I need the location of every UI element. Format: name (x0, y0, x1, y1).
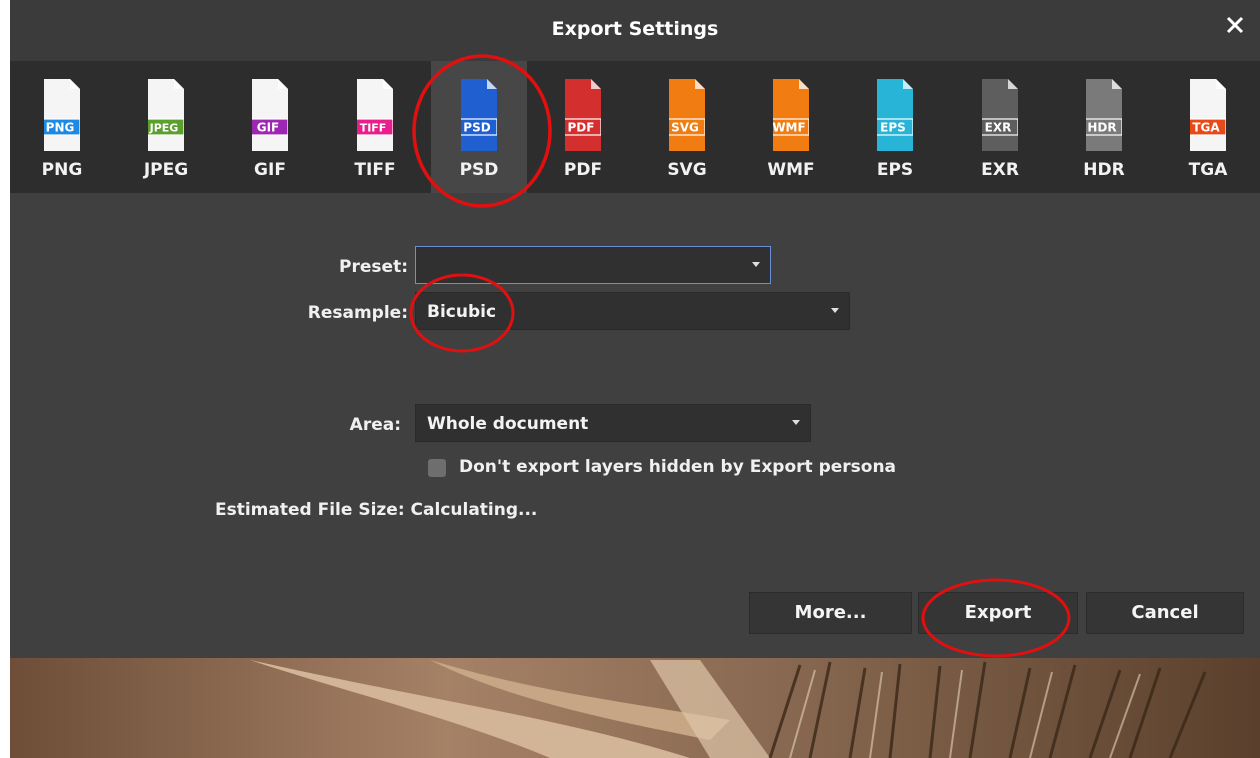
chevron-down-icon (792, 420, 800, 425)
format-label: EXR (981, 160, 1019, 180)
format-eps-button[interactable]: EPS EPS (847, 61, 943, 193)
format-tiff-button[interactable]: TIFF TIFF (327, 61, 423, 193)
file-exr-icon: EXR (982, 79, 1018, 151)
close-icon[interactable] (1224, 14, 1246, 36)
format-hdr-button[interactable]: HDR HDR (1056, 61, 1152, 193)
format-bar: PNG PNG JPEG JPEG GIF GIF TIFF TIFF PSD PSD PDF PDF… (10, 61, 1260, 193)
file-pdf-icon: PDF (565, 79, 601, 151)
file-type-tag: WMF (773, 121, 806, 135)
preset-dropdown[interactable] (415, 246, 771, 284)
resample-value: Bicubic (427, 302, 497, 322)
file-type-tag: JPEG (149, 122, 179, 135)
cancel-button[interactable]: Cancel (1086, 592, 1244, 634)
format-label: PDF (563, 160, 603, 180)
format-svg-button[interactable]: SVG SVG (639, 61, 735, 193)
format-tga-button[interactable]: TGA TGA (1160, 61, 1256, 193)
format-label: SVG (667, 160, 707, 180)
format-label: EPS (876, 160, 914, 180)
format-label: GIF (254, 160, 286, 180)
hidden-layers-checkbox[interactable] (428, 459, 446, 477)
hidden-layers-label: Don't export layers hidden by Export per… (459, 457, 897, 477)
estimated-file-size: Estimated File Size: Calculating... (215, 500, 538, 520)
file-type-tag: GIF (257, 121, 280, 135)
chevron-down-icon (752, 262, 760, 267)
file-type-tag: SVG (671, 121, 699, 135)
file-type-tag: EPS (880, 121, 906, 135)
format-label: PSD (459, 160, 499, 180)
export-settings-dialog: Export Settings PNG PNG JPEG JPEG GIF GIF TIFF… (10, 0, 1260, 658)
format-pdf-button[interactable]: PDF PDF (535, 61, 631, 193)
chevron-down-icon (831, 308, 839, 313)
area-value: Whole document (427, 414, 589, 434)
resample-dropdown[interactable]: Bicubic (415, 292, 850, 330)
file-psd-icon: PSD (461, 79, 497, 151)
preset-label: Preset: (339, 257, 408, 277)
format-label: JPEG (143, 160, 189, 180)
file-jpeg-icon: JPEG (148, 79, 184, 151)
file-hdr-icon: HDR (1086, 79, 1122, 151)
file-type-tag: HDR (1087, 121, 1116, 135)
format-gif-button[interactable]: GIF GIF (222, 61, 318, 193)
format-png-button[interactable]: PNG PNG (14, 61, 110, 193)
screenshot: Export Settings PNG PNG JPEG JPEG GIF GIF TIFF… (0, 0, 1260, 758)
file-type-tag: TIFF (360, 122, 387, 135)
export-button[interactable]: Export (918, 592, 1078, 634)
file-tga-icon: TGA (1190, 79, 1226, 151)
format-label: WMF (767, 160, 815, 180)
format-psd-button[interactable]: PSD PSD (431, 61, 527, 193)
file-eps-icon: EPS (877, 79, 913, 151)
file-svg-icon: SVG (669, 79, 705, 151)
area-dropdown[interactable]: Whole document (415, 404, 811, 442)
file-type-tag: PDF (568, 121, 595, 135)
dialog-title: Export Settings (551, 18, 719, 40)
format-exr-button[interactable]: EXR EXR (952, 61, 1048, 193)
format-wmf-button[interactable]: WMF WMF (743, 61, 839, 193)
file-tiff-icon: TIFF (357, 79, 393, 151)
file-type-tag: PSD (463, 121, 490, 135)
resample-label: Resample: (307, 303, 408, 323)
format-label: PNG (41, 160, 83, 180)
format-label: HDR (1083, 160, 1125, 180)
format-jpeg-button[interactable]: JPEG JPEG (118, 61, 214, 193)
file-png-icon: PNG (44, 79, 80, 151)
file-type-tag: TGA (1192, 121, 1220, 135)
format-label: TGA (1188, 160, 1228, 180)
area-label: Area: (349, 415, 401, 435)
file-wmf-icon: WMF (773, 79, 809, 151)
file-type-tag: EXR (985, 121, 1012, 135)
file-gif-icon: GIF (252, 79, 288, 151)
title-bar: Export Settings (10, 0, 1260, 61)
more-button[interactable]: More... (749, 592, 912, 634)
format-label: TIFF (354, 160, 396, 180)
file-type-tag: PNG (46, 121, 75, 135)
